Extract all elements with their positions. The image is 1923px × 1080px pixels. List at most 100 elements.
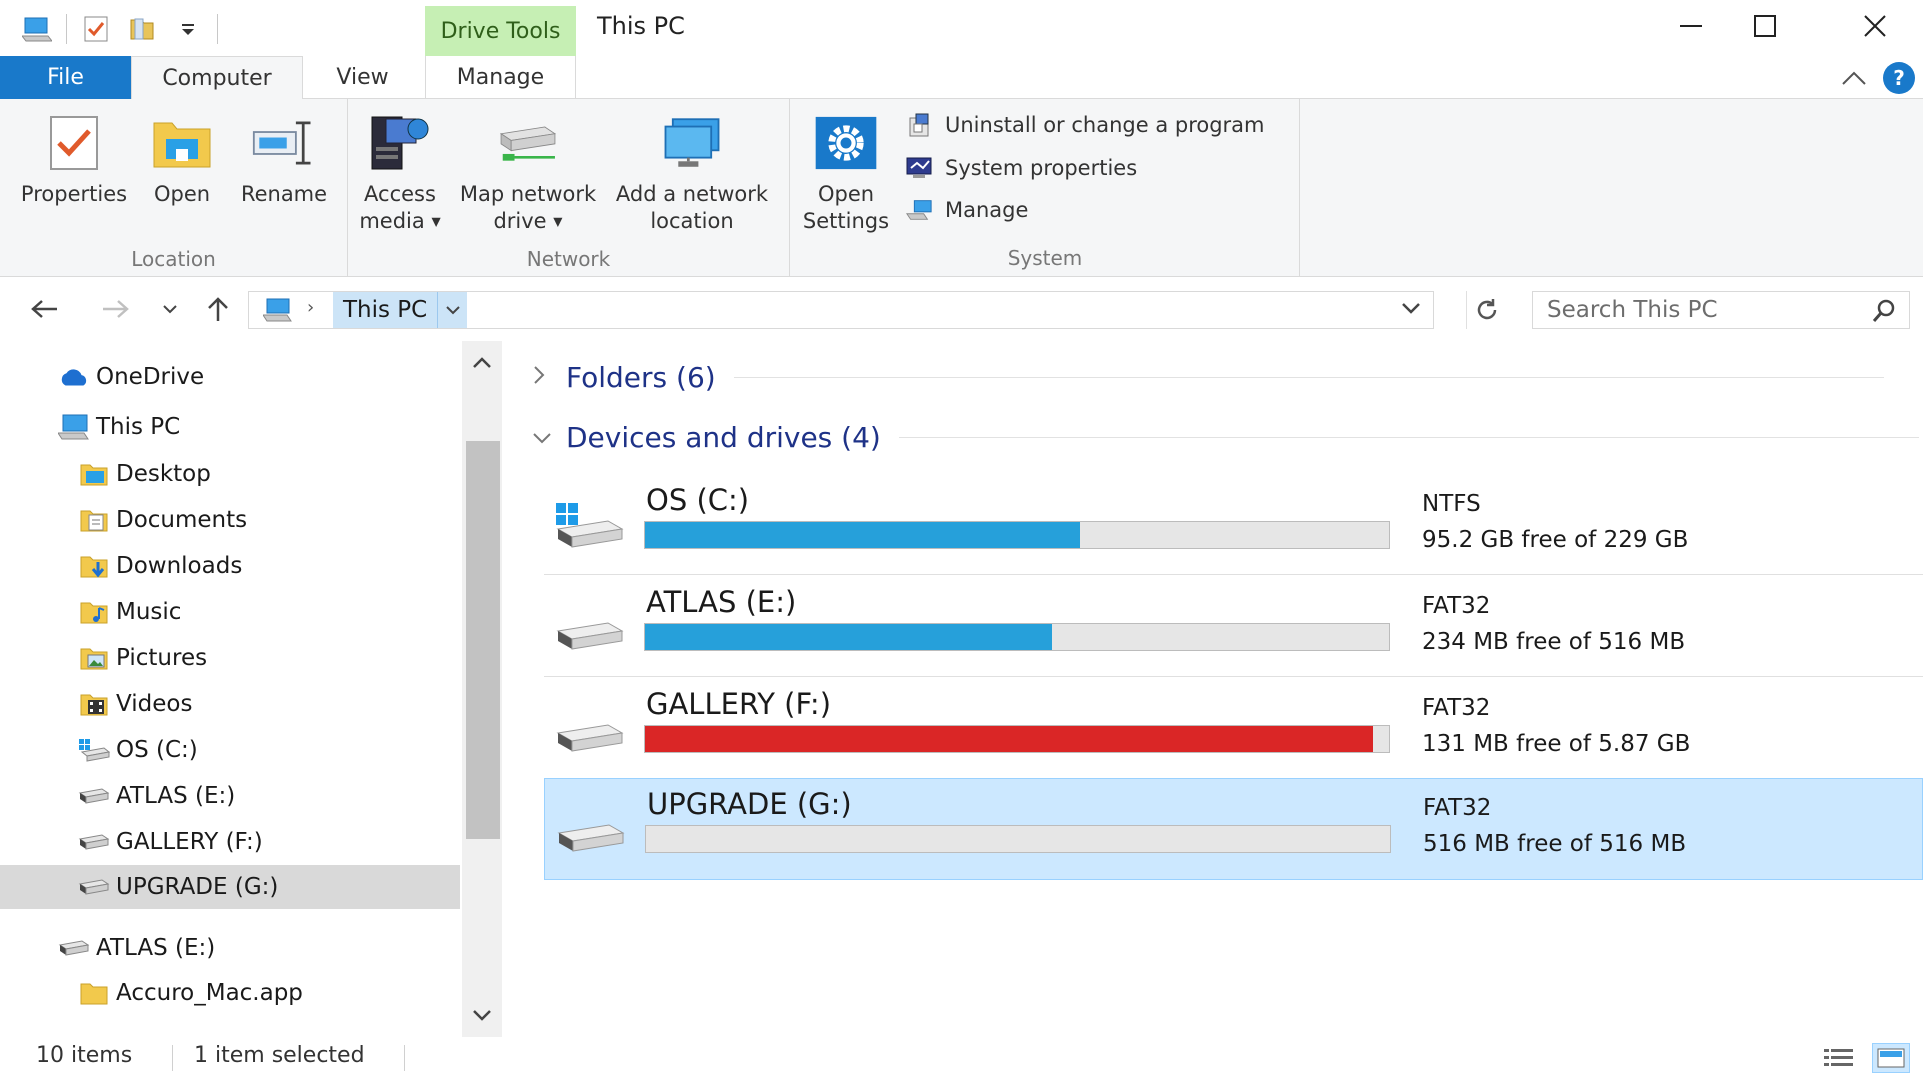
drive-tile-upgrade-g[interactable]: UPGRADE (G:) FAT32 516 MB free of 516 MB [544,778,1923,880]
network-location-icon [660,107,724,179]
drive-tile-atlas-e[interactable]: ATLAS (E:) FAT32 234 MB free of 516 MB [544,577,1923,677]
open-folder-icon [150,107,214,179]
pictures-folder-icon [78,643,110,673]
tree-item-videos[interactable]: Videos [0,682,460,726]
search-box[interactable]: Search This PC [1532,291,1910,329]
selection-count: 1 item selected [194,1043,365,1068]
add-location-label-2: location [650,209,734,233]
documents-folder-icon [78,505,110,535]
tree-item-label: OneDrive [96,364,205,390]
drive-tile-gallery-f[interactable]: GALLERY (F:) FAT32 131 MB free of 5.87 G… [544,679,1923,779]
system-properties-button[interactable]: System properties [905,154,1137,182]
folders-group-header[interactable]: Folders (6) [532,361,1884,394]
tree-item-documents[interactable]: Documents [0,498,460,542]
tiles-view-icon[interactable] [1872,1043,1910,1073]
breadcrumb-this-pc[interactable]: This PC [333,292,438,328]
tree-item-atlas-e[interactable]: ATLAS (E:) [0,774,460,818]
properties-button[interactable]: Properties [14,107,134,208]
scroll-up-icon[interactable] [470,351,494,375]
drive-usage-fill [645,624,1052,650]
drive-usage-bar [645,825,1391,853]
uninstall-program-button[interactable]: Uninstall or change a program [905,111,1265,139]
chevron-down-icon[interactable] [532,426,558,450]
search-icon[interactable] [1871,298,1897,328]
search-input[interactable]: Search This PC [1547,297,1718,323]
tree-item-upgrade-g[interactable]: UPGRADE (G:) [0,865,460,909]
chevron-down-icon[interactable] [437,292,467,328]
computer-icon[interactable] [14,10,60,48]
scroll-down-icon[interactable] [470,1003,494,1027]
collapse-ribbon-icon[interactable] [1839,64,1869,92]
map-drive-label-2: drive [493,209,547,233]
tab-computer[interactable]: Computer [131,56,303,100]
nav-pane-scrollbar[interactable] [462,341,502,1037]
add-network-location-button[interactable]: Add a network location [610,107,774,235]
tree-item-accuro-mac[interactable]: Accuro_Mac.app [0,971,460,1015]
chevron-down-icon: ▼ [431,214,441,229]
details-view-icon[interactable] [1820,1043,1858,1073]
address-bar[interactable]: › This PC [248,291,1434,329]
uninstall-label: Uninstall or change a program [945,113,1265,137]
help-icon[interactable]: ? [1883,62,1915,94]
ribbon-tabs: File Computer View Manage ? [0,56,1923,100]
breadcrumb-separator-icon[interactable]: › [307,297,314,318]
close-button[interactable] [1830,0,1920,52]
tab-manage[interactable]: Manage [425,56,576,99]
drive-free-space: 516 MB free of 516 MB [1423,831,1687,857]
tree-item-atlas-e-root[interactable]: ATLAS (E:) [0,926,460,970]
drive-icon [552,595,626,659]
open-button[interactable]: Open [142,107,222,208]
network-group: Access media ▼ Map network drive ▼ Add a… [348,99,790,277]
map-network-drive-button[interactable]: Map network drive ▼ [454,107,602,236]
access-media-label-2: media [359,209,425,233]
tree-item-label: Pictures [116,645,208,671]
tree-item-downloads[interactable]: Downloads [0,544,460,588]
rename-button[interactable]: Rename [234,107,334,208]
maximize-button[interactable] [1720,0,1810,52]
devices-header-label: Devices and drives (4) [566,421,881,454]
customize-toolbar-icon[interactable] [165,10,211,48]
forward-arrow-icon[interactable] [98,291,134,327]
tab-view[interactable]: View [310,56,415,99]
windows-drive-icon [552,493,626,557]
uninstall-icon [905,111,933,139]
manage-button[interactable]: Manage [905,196,1028,224]
address-history-icon[interactable] [1401,300,1421,319]
title-bar: Drive Tools This PC [0,0,1923,56]
navigation-bar: › This PC Search This PC [0,277,1923,341]
drive-tile-os-c[interactable]: OS (C:) NTFS 95.2 GB free of 229 GB [544,475,1923,575]
manage-label: Manage [945,198,1029,222]
map-drive-label-1: Map network [459,182,597,206]
settings-gear-icon [814,107,878,179]
devices-group-header[interactable]: Devices and drives (4) [532,421,1919,454]
music-folder-icon [78,597,110,627]
up-arrow-icon[interactable] [200,291,236,327]
properties-icon[interactable] [73,10,119,48]
tree-item-desktop[interactable]: Desktop [0,452,460,496]
tree-item-os-c[interactable]: OS (C:) [0,728,460,772]
network-group-label: Network [526,247,611,271]
header-divider [733,377,1884,378]
tree-item-label: Accuro_Mac.app [116,980,303,1006]
tree-item-this-pc[interactable]: This PC [0,405,460,449]
back-arrow-icon[interactable] [26,291,62,327]
tree-item-pictures[interactable]: Pictures [0,636,460,680]
tab-file[interactable]: File [0,56,131,99]
new-folder-icon[interactable] [119,10,165,48]
recent-locations-icon[interactable] [152,291,188,327]
chevron-right-icon[interactable] [532,365,558,390]
drive-icon [78,827,110,857]
system-properties-label: System properties [945,156,1138,180]
open-settings-button[interactable]: Open Settings [798,107,894,235]
scrollbar-thumb[interactable] [466,441,500,839]
drive-usage-bar [644,521,1390,549]
drive-filesystem: FAT32 [1422,593,1491,619]
access-media-button[interactable]: Access media ▼ [352,107,448,236]
tree-item-onedrive[interactable]: OneDrive [0,355,460,399]
tree-item-gallery-f[interactable]: GALLERY (F:) [0,820,460,864]
tree-item-label: Music [116,599,182,625]
refresh-icon[interactable] [1466,291,1506,329]
tree-item-music[interactable]: Music [0,590,460,634]
folders-header-label: Folders (6) [566,361,716,394]
manage-computer-icon [905,196,933,224]
